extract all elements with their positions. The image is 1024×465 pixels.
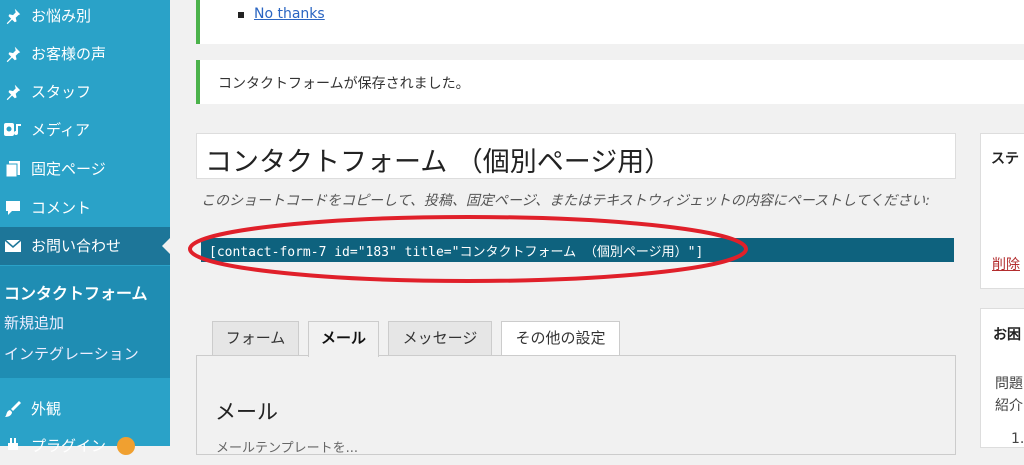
tab-mail[interactable]: メール — [308, 321, 379, 357]
menu-item-media[interactable]: メディア — [0, 111, 170, 149]
saved-message: コンタクトフォームが保存されました。 — [218, 76, 470, 92]
submenu-contact-form[interactable]: コンタクトフォーム — [4, 280, 148, 304]
page-icon — [2, 150, 24, 188]
shortcode-text: [contact-form-7 id="183" title="コンタクトフォー… — [209, 245, 704, 260]
help-list-item: 1. — [1011, 431, 1024, 447]
help-heading: お困 — [993, 327, 1021, 343]
menu-label: お問い合わせ — [31, 237, 122, 255]
submenu-add-new[interactable]: 新規追加 — [4, 312, 64, 333]
menu-item-contact[interactable]: お問い合わせ — [0, 227, 170, 265]
form-title-text: コンタクトフォーム （個別ページ用） — [205, 147, 672, 178]
tab-messages[interactable]: メッセージ — [388, 321, 492, 356]
menu-label: お客様の声 — [31, 45, 107, 63]
tab-other-settings[interactable]: その他の設定 — [501, 321, 620, 356]
brush-icon — [2, 390, 24, 428]
admin-sidebar: お悩み別 お客様の声 スタッフ メディア 固定ページ コメント お問い合わせ コ… — [0, 0, 170, 455]
menu-label: 外観 — [31, 400, 62, 418]
help-text: 問題 — [995, 376, 1023, 392]
menu-label: スタッフ — [31, 83, 92, 101]
menu-label: メディア — [31, 121, 90, 139]
help-text: 紹介 — [995, 398, 1023, 414]
status-heading: ステ — [991, 151, 1019, 167]
menu-label: お悩み別 — [31, 7, 92, 25]
pin-icon — [2, 73, 24, 111]
bullet — [238, 12, 244, 18]
menu-item-onayami[interactable]: お悩み別 — [0, 0, 170, 35]
no-thanks-link[interactable]: No thanks — [254, 6, 325, 22]
contact-submenu: コンタクトフォーム 新規追加 インテグレーション — [0, 266, 170, 378]
menu-item-pages[interactable]: 固定ページ — [0, 150, 170, 188]
delete-link[interactable]: 削除 — [992, 254, 1020, 274]
active-indicator — [162, 238, 170, 254]
help-box: お困 問題 紹介 1. — [980, 308, 1024, 448]
menu-item-comments[interactable]: コメント — [0, 189, 170, 227]
panel-heading: メール — [215, 400, 278, 424]
shortcode-instructions: このショートコードをコピーして、投稿、固定ページ、またはテキストウィジェットの内… — [201, 193, 930, 209]
update-count-badge — [117, 437, 135, 455]
menu-label: コメント — [31, 199, 92, 217]
plugin-icon — [2, 427, 24, 465]
menu-item-appearance[interactable]: 外観 — [0, 390, 170, 428]
tab-form[interactable]: フォーム — [212, 321, 299, 356]
menu-item-voice[interactable]: お客様の声 — [0, 35, 170, 73]
pin-icon — [2, 0, 24, 35]
shortcode-field[interactable]: [contact-form-7 id="183" title="コンタクトフォー… — [201, 238, 954, 262]
menu-item-staff[interactable]: スタッフ — [0, 73, 170, 111]
menu-item-plugins[interactable]: プラグイン — [0, 427, 170, 465]
submenu-integration[interactable]: インテグレーション — [4, 343, 139, 364]
form-title-input[interactable]: コンタクトフォーム （個別ページ用） — [196, 133, 956, 179]
menu-label: プラグイン — [31, 437, 107, 455]
saved-notice: コンタクトフォームが保存されました。 — [196, 60, 1024, 104]
comment-icon — [2, 189, 24, 227]
mail-icon — [2, 227, 24, 265]
menu-label: 固定ページ — [31, 160, 106, 178]
media-icon — [2, 111, 24, 149]
pin-icon — [2, 35, 24, 73]
feedback-notice: No thanks — [196, 0, 1024, 44]
panel-description: メールテンプレートを... — [216, 441, 359, 456]
